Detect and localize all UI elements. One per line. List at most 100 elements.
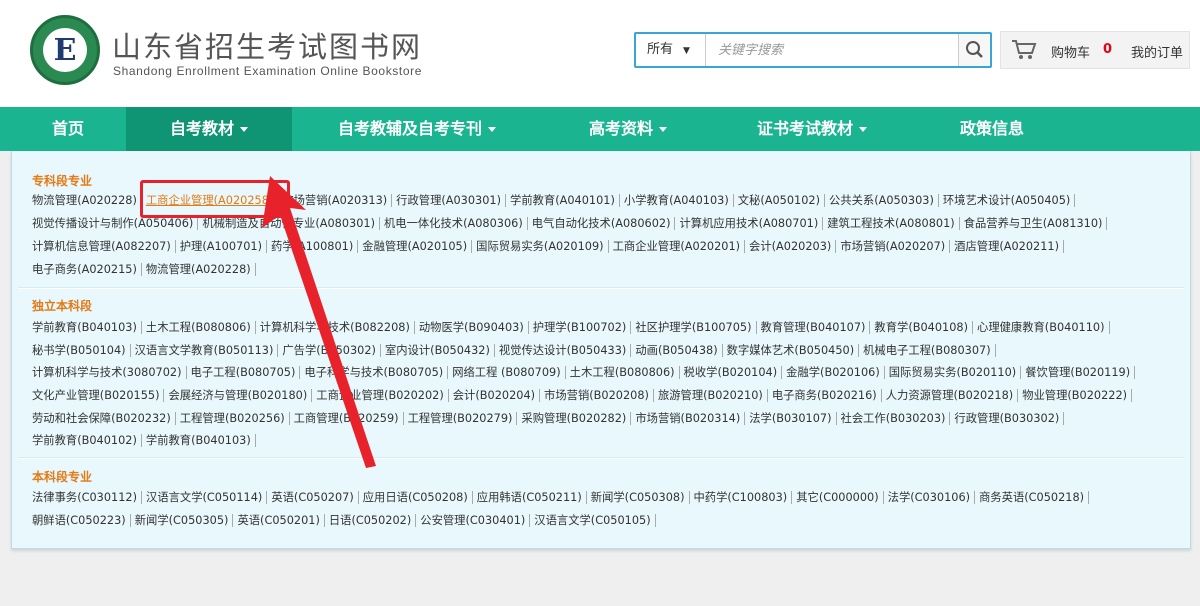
nav-policy[interactable]: 政策信息	[942, 107, 1042, 151]
major-link[interactable]: 法学(C030106)	[884, 491, 976, 504]
major-link[interactable]: 朝鲜语(C050223)	[32, 514, 131, 527]
major-link[interactable]: 行政管理(B030302)	[950, 412, 1065, 425]
major-link[interactable]: 教育管理(B040107)	[757, 321, 871, 334]
major-link[interactable]: 会计(B020204)	[449, 389, 541, 402]
major-link[interactable]: 土木工程(B080806)	[142, 321, 256, 334]
major-link[interactable]: 英语(C050207)	[267, 491, 359, 504]
major-link[interactable]: 动物医学(B090403)	[415, 321, 529, 334]
major-link[interactable]: 餐饮管理(B020119)	[1021, 366, 1136, 379]
nav-gaokao[interactable]: 高考资料	[576, 107, 680, 151]
major-link[interactable]: 计算机科学与技术(3080702)	[32, 366, 187, 379]
major-link[interactable]: 社区护理学(B100705)	[631, 321, 757, 334]
major-link[interactable]: 税收学(B020104)	[680, 366, 783, 379]
major-link[interactable]: 法律事务(C030112)	[32, 491, 143, 504]
major-link[interactable]: 计算机科学与技术(B082208)	[256, 321, 415, 334]
cart-label[interactable]: 购物车	[1051, 42, 1090, 61]
major-link[interactable]: 汉语言文学(C050114)	[142, 491, 268, 504]
major-link[interactable]: 国际贸易实务(B020110)	[885, 366, 1022, 379]
major-link[interactable]: 机械电子工程(B080307)	[859, 344, 996, 357]
major-link[interactable]: 学前教育(B040103)	[142, 434, 256, 447]
major-link[interactable]: 文秘(A050102)	[734, 194, 826, 207]
my-orders-link[interactable]: 我的订单	[1131, 42, 1183, 61]
major-link[interactable]: 药学(A100801)	[267, 240, 359, 253]
major-link[interactable]: 国际贸易实务(A020109)	[472, 240, 609, 253]
major-link[interactable]: 物业管理(B020222)	[1018, 389, 1133, 402]
major-link[interactable]: 市场营销(B020314)	[631, 412, 746, 425]
major-link[interactable]: 会计(A020203)	[745, 240, 837, 253]
major-link[interactable]: 教育学(B040108)	[870, 321, 974, 334]
nav-self-exam-textbooks[interactable]: 自考教材	[126, 107, 292, 151]
major-link[interactable]: 文化产业管理(B020155)	[32, 389, 165, 402]
major-link[interactable]: 汉语言文学(C050105)	[530, 514, 656, 527]
nav-certificate[interactable]: 证书考试教材	[742, 107, 882, 151]
major-link[interactable]: 劳动和社会保障(B020232)	[32, 412, 176, 425]
search-button[interactable]	[958, 34, 990, 66]
major-link[interactable]: 室内设计(B050432)	[381, 344, 495, 357]
major-link[interactable]: 人力资源管理(B020218)	[882, 389, 1019, 402]
major-link[interactable]: 小学教育(A040103)	[620, 194, 734, 207]
major-link[interactable]: 物流管理(A020228)	[32, 194, 142, 207]
major-link[interactable]: 酒店管理(A020211)	[950, 240, 1065, 253]
major-link[interactable]: 市场营销(A020207)	[836, 240, 951, 253]
major-link[interactable]: 计算机应用技术(A080701)	[675, 217, 824, 230]
major-link[interactable]: 电子商务(B020216)	[768, 389, 882, 402]
major-link[interactable]: 新闻学(C050305)	[131, 514, 234, 527]
major-link[interactable]: 旅游管理(B020210)	[654, 389, 768, 402]
major-link[interactable]: 土木工程(B080806)	[566, 366, 680, 379]
major-link[interactable]: 秘书学(B050104)	[32, 344, 131, 357]
major-link[interactable]: 电子工程(B080705)	[187, 366, 301, 379]
major-link[interactable]: 应用韩语(C050211)	[473, 491, 587, 504]
major-link[interactable]: 英语(C050201)	[233, 514, 325, 527]
major-link[interactable]: 机械制造及自动化专业(A080301)	[198, 217, 380, 230]
major-link[interactable]: 视觉传播设计与制作(A050406)	[32, 217, 199, 230]
search-scope-select[interactable]: 所有 ▼	[636, 34, 706, 66]
major-link[interactable]: 护理(A100701)	[176, 240, 268, 253]
major-link[interactable]: 应用日语(C050208)	[359, 491, 473, 504]
major-link[interactable]: 新闻学(C050308)	[587, 491, 690, 504]
major-link[interactable]: 广告学(B050302)	[278, 344, 381, 357]
major-link[interactable]: 工商企业管理(B020202)	[312, 389, 449, 402]
major-link[interactable]: 金融管理(A020105)	[358, 240, 473, 253]
cart-icon[interactable]	[1011, 39, 1037, 61]
site-title[interactable]: 山东省招生考试图书网	[112, 24, 422, 66]
major-link[interactable]: 心理健康教育(B040110)	[973, 321, 1110, 334]
nav-self-exam-aids[interactable]: 自考教辅及自考专刊	[322, 107, 512, 151]
major-link[interactable]: 环境艺术设计(A050405)	[939, 194, 1076, 207]
major-link[interactable]: 中药学(C100803)	[690, 491, 793, 504]
major-link[interactable]: 工程管理(B020279)	[404, 412, 518, 425]
major-link[interactable]: 市场营销(A020313)	[278, 194, 393, 207]
major-link[interactable]: 机电一体化技术(A080306)	[380, 217, 528, 230]
search-input[interactable]	[708, 34, 958, 66]
major-link[interactable]: 法学(B030107)	[745, 412, 837, 425]
major-link[interactable]: 公共关系(A050303)	[825, 194, 939, 207]
major-link[interactable]: 采购管理(B020282)	[517, 412, 632, 425]
major-link[interactable]: 数字媒体艺术(B050450)	[723, 344, 860, 357]
major-link[interactable]: 视觉传达设计(B050433)	[495, 344, 632, 357]
major-link[interactable]: 公安管理(C030401)	[416, 514, 531, 527]
major-link[interactable]: 金融学(B020106)	[782, 366, 885, 379]
major-link[interactable]: 计算机信息管理(A082207)	[32, 240, 176, 253]
major-link[interactable]: 社会工作(B030203)	[837, 412, 951, 425]
major-link[interactable]: 护理学(B100702)	[529, 321, 632, 334]
major-link[interactable]: 学前教育(B040102)	[32, 434, 142, 447]
major-link[interactable]: 行政管理(A030301)	[392, 194, 507, 207]
major-link[interactable]: 日语(C050202)	[325, 514, 417, 527]
nav-home[interactable]: 首页	[30, 107, 106, 151]
major-link[interactable]: 汉语言文学教育(B050113)	[131, 344, 279, 357]
major-link[interactable]: 建筑工程技术(A080801)	[823, 217, 960, 230]
major-link[interactable]: 电气自动化技术(A080602)	[528, 217, 676, 230]
major-link[interactable]: 网络工程 (B080709)	[448, 366, 566, 379]
major-link[interactable]: 物流管理(A020228)	[142, 263, 256, 276]
major-link[interactable]: 学前教育(A040101)	[506, 194, 620, 207]
major-link[interactable]: 工程管理(B020256)	[176, 412, 290, 425]
major-link[interactable]: 市场营销(B020208)	[540, 389, 654, 402]
major-link[interactable]: 动画(B050438)	[631, 344, 723, 357]
site-logo[interactable]: E	[30, 15, 100, 85]
major-link[interactable]: 食品营养与卫生(A081310)	[960, 217, 1108, 230]
major-link[interactable]: 会展经济与管理(B020180)	[164, 389, 313, 402]
major-link[interactable]: 商务英语(C050218)	[975, 491, 1090, 504]
major-link[interactable]: 工商企业管理(A020201)	[609, 240, 746, 253]
major-link[interactable]: 学前教育(B040103)	[32, 321, 142, 334]
major-link[interactable]: 其它(C000000)	[792, 491, 884, 504]
major-link[interactable]: 电子科学与技术(B080705)	[300, 366, 449, 379]
